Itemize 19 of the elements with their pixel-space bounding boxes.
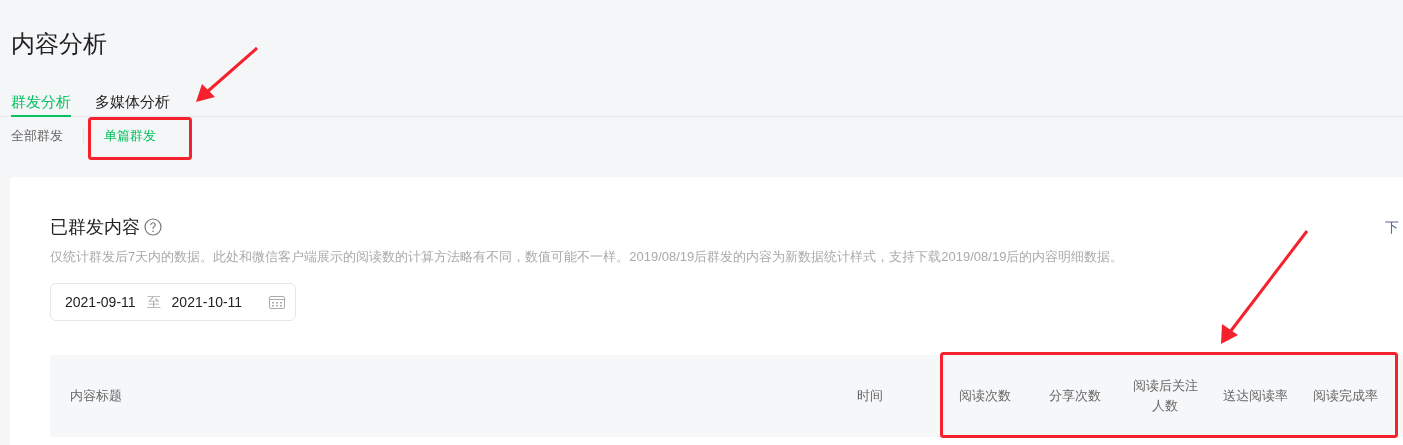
section-title: 已群发内容 (50, 215, 140, 239)
start-date: 2021-09-11 (65, 292, 136, 312)
annotation-arrow (196, 46, 258, 102)
column-header: 送达阅读率 (1221, 387, 1289, 405)
date-separator: 至 (146, 292, 161, 312)
column-header: 内容标题 (70, 388, 122, 404)
download-link[interactable]: 下 (1385, 216, 1399, 238)
page-title: 内容分析 (11, 30, 107, 57)
sub-tab[interactable]: 全部群发 (11, 126, 63, 146)
calendar-icon[interactable] (269, 295, 285, 309)
tab[interactable]: 多媒体分析 (95, 88, 170, 117)
end-date: 2021-10-11 (171, 292, 243, 312)
column-header: 阅读后关注人数 (1131, 377, 1199, 415)
column-header: 时间 (856, 387, 884, 405)
column-header: 分享次数 (1048, 387, 1102, 405)
column-header: 阅读次数 (958, 387, 1012, 405)
help-icon[interactable] (144, 218, 162, 236)
column-header: 阅读完成率 (1311, 387, 1379, 405)
date-range-field[interactable]: 2021-09-11 至 2021-10-11 (50, 283, 296, 321)
